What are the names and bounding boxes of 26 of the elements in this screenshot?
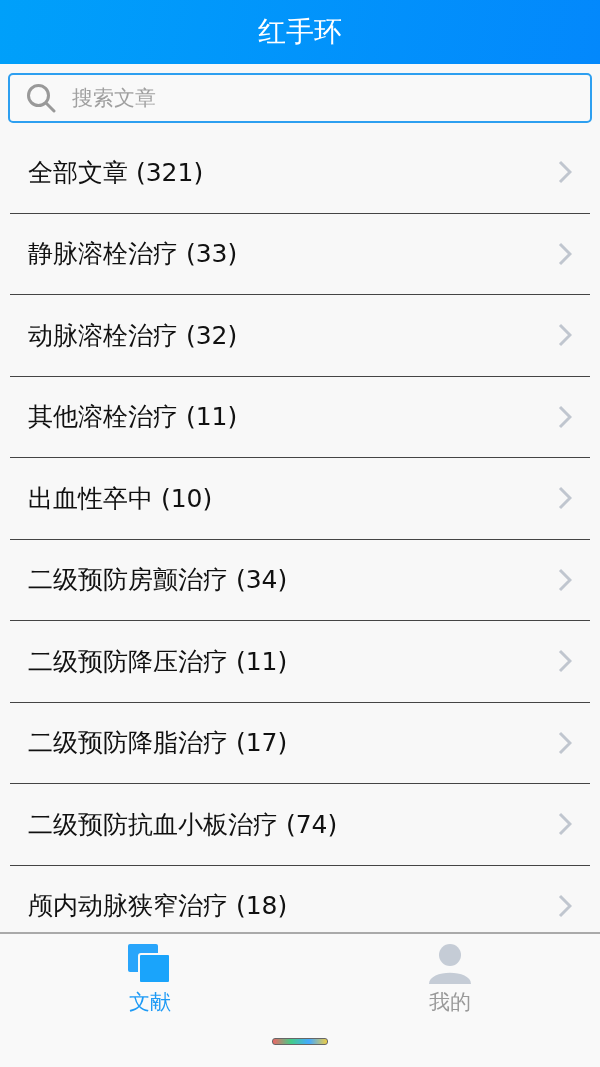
person-icon bbox=[429, 944, 471, 984]
chevron-right-icon bbox=[558, 241, 572, 266]
category-item[interactable]: 动脉溶栓治疗 (32) bbox=[10, 295, 590, 377]
chevron-right-icon bbox=[558, 567, 572, 592]
chevron-right-icon bbox=[558, 486, 572, 511]
category-item[interactable]: 二级预防房颤治疗 (34) bbox=[10, 539, 590, 621]
chevron-right-icon bbox=[558, 649, 572, 674]
search-icon bbox=[26, 83, 56, 113]
search-input[interactable]: 搜索文章 bbox=[70, 85, 574, 111]
chevron-right-icon bbox=[558, 893, 572, 918]
chevron-right-icon bbox=[558, 404, 572, 429]
category-item[interactable]: 静脉溶栓治疗 (33) bbox=[10, 213, 590, 295]
chevron-right-icon bbox=[558, 812, 572, 837]
search-field[interactable]: 搜索文章 bbox=[8, 73, 592, 123]
category-item[interactable]: 全部文章 (321) bbox=[10, 132, 590, 214]
documents-icon bbox=[128, 944, 172, 984]
category-item[interactable]: 其他溶栓治疗 (11) bbox=[10, 376, 590, 458]
chevron-right-icon bbox=[558, 323, 572, 348]
category-item[interactable]: 二级预防抗血小板治疗 (74) bbox=[10, 784, 590, 866]
home-indicator bbox=[272, 1038, 328, 1045]
chevron-right-icon bbox=[558, 730, 572, 755]
category-item[interactable]: 出血性卒中 (10) bbox=[10, 458, 590, 540]
chevron-right-icon bbox=[558, 160, 572, 185]
header-title: 红手环 bbox=[258, 14, 342, 50]
category-item[interactable]: 二级预防降脂治疗 (17) bbox=[10, 702, 590, 784]
category-item[interactable]: 二级预防降压治疗 (11) bbox=[10, 621, 590, 703]
